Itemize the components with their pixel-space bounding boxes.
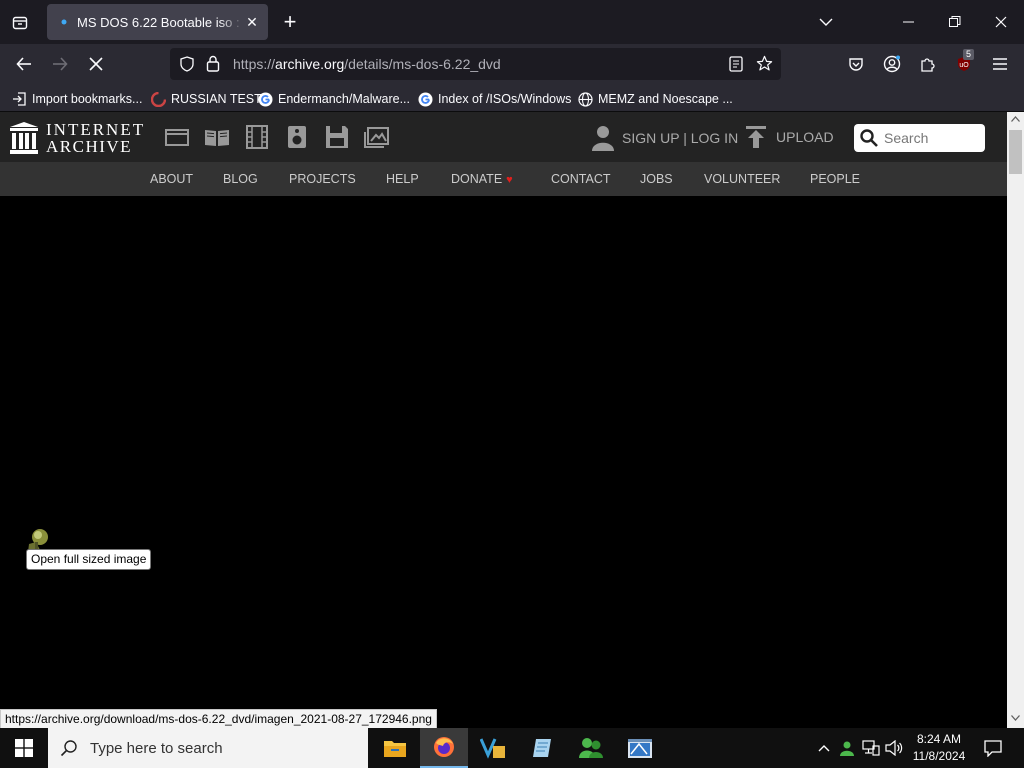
ia-temple-icon <box>10 122 38 154</box>
file-explorer-icon[interactable] <box>371 728 419 768</box>
video-film-icon[interactable] <box>244 125 270 149</box>
google-icon <box>417 91 433 107</box>
scroll-down-icon[interactable] <box>1011 715 1020 721</box>
ia-logo-text: INTERNET ARCHIVE <box>46 120 146 156</box>
bookmark-memz[interactable]: MEMZ and Noescape ... <box>577 90 733 108</box>
messenger-app-icon[interactable] <box>567 728 615 768</box>
pocket-icon[interactable] <box>841 50 871 78</box>
reader-view-icon[interactable] <box>729 56 743 72</box>
show-hidden-icons-chevron-icon[interactable] <box>814 738 834 758</box>
images-photo-icon[interactable] <box>364 125 390 149</box>
software-floppy-icon[interactable] <box>324 125 350 149</box>
nav-people[interactable]: PEOPLE <box>810 172 860 186</box>
clock-date: 11/8/2024 <box>912 749 966 763</box>
shield-icon[interactable] <box>179 56 195 72</box>
people-tray-icon[interactable] <box>837 738 857 758</box>
firefox-view-icon[interactable] <box>6 10 34 36</box>
user-icon <box>592 126 614 151</box>
address-bar[interactable]: https://archive.org/details/ms-dos-6.22_… <box>170 48 781 80</box>
nav-blog[interactable]: BLOG <box>223 172 258 186</box>
nav-about[interactable]: ABOUT <box>150 172 193 186</box>
restore-icon[interactable] <box>932 0 978 44</box>
forward-arrow-icon[interactable] <box>45 50 75 78</box>
ublock-origin-icon[interactable]: uO 5 <box>949 49 979 78</box>
link-status-bar: https://archive.org/download/ms-dos-6.22… <box>0 709 437 729</box>
web-icon[interactable] <box>164 125 190 149</box>
action-center-icon[interactable] <box>978 728 1008 768</box>
lock-icon[interactable] <box>206 55 220 72</box>
taskbar-clock[interactable]: 8:24 AM 11/8/2024 <box>906 731 972 765</box>
virtual-machine-app-icon[interactable] <box>616 728 664 768</box>
clock-time: 8:24 AM <box>916 732 962 746</box>
navigation-toolbar: https://archive.org/details/ms-dos-6.22_… <box>0 44 1024 84</box>
windows-taskbar: Type here to search 8:24 AM 11/8/2024 <box>0 728 1024 768</box>
site-icon <box>150 91 166 107</box>
heart-icon: ♥ <box>506 174 513 186</box>
google-icon <box>257 91 273 107</box>
scrollbar-thumb[interactable] <box>1009 130 1022 174</box>
extensions-puzzle-icon[interactable] <box>913 50 943 78</box>
ia-secondary-nav: ABOUT BLOG PROJECTS HELP DONATE ♥ CONTACT… <box>0 162 1007 196</box>
bookmark-russian-test[interactable]: RUSSIAN TEST <box>150 90 262 108</box>
firefox-taskbar-icon[interactable] <box>420 728 468 768</box>
nav-projects[interactable]: PROJECTS <box>289 172 356 186</box>
visual-studio-app-icon[interactable] <box>469 728 517 768</box>
ia-search-box[interactable] <box>854 124 985 152</box>
bookmark-index-isos[interactable]: Index of /ISOs/Windows <box>417 90 571 108</box>
taskbar-search-placeholder: Type here to search <box>90 739 223 757</box>
search-icon[interactable] <box>860 129 878 147</box>
nav-donate[interactable]: DONATE ♥ <box>451 172 513 186</box>
new-tab-button[interactable]: + <box>278 9 302 34</box>
nav-help[interactable]: HELP <box>386 172 419 186</box>
nav-contact[interactable]: CONTACT <box>551 172 611 186</box>
bookmarks-toolbar: Import bookmarks... RUSSIAN TEST Enderma… <box>0 84 1024 112</box>
network-icon[interactable] <box>861 738 881 758</box>
audio-speaker-icon[interactable] <box>284 125 310 149</box>
minimize-icon[interactable] <box>886 0 932 44</box>
tab-title: MS DOS 6.22 Bootable iso : Microsoft : F… <box>77 14 244 30</box>
hamburger-menu-icon[interactable] <box>985 50 1015 78</box>
back-arrow-icon[interactable] <box>9 50 39 78</box>
svg-text:uO: uO <box>959 62 969 69</box>
ia-search-input[interactable] <box>884 130 984 146</box>
volume-speaker-icon[interactable] <box>884 738 904 758</box>
bookmark-import[interactable]: Import bookmarks... <box>11 90 142 108</box>
bookmark-endermanch[interactable]: Endermanch/Malware... <box>257 90 410 108</box>
windows-start-icon[interactable] <box>0 728 48 768</box>
loading-icon <box>61 19 67 25</box>
image-tooltip: Open full sized image <box>26 549 152 570</box>
window-close-icon[interactable] <box>978 0 1024 44</box>
ia-top-nav: INTERNET ARCHIVE SIGN UP | LOG IN UPLOAD <box>0 112 1007 162</box>
browser-tab-bar: MS DOS 6.22 Bootable iso : Microsoft : F… <box>0 0 1024 44</box>
import-icon <box>11 91 27 107</box>
sign-up-login-link[interactable]: SIGN UP | LOG IN <box>592 125 738 151</box>
page-scrollbar[interactable] <box>1007 112 1024 728</box>
ia-logo[interactable]: INTERNET ARCHIVE <box>10 121 145 155</box>
extension-badge: 5 <box>963 49 975 60</box>
list-all-tabs-icon[interactable] <box>803 0 849 44</box>
stop-loading-icon[interactable] <box>81 50 111 78</box>
upload-link[interactable]: UPLOAD <box>746 126 834 148</box>
search-icon <box>60 740 77 757</box>
nav-jobs[interactable]: JOBS <box>640 172 673 186</box>
page-viewport: INTERNET ARCHIVE SIGN UP | LOG IN UPLOAD… <box>0 112 1007 710</box>
bookmark-star-icon[interactable] <box>756 55 773 72</box>
account-icon[interactable] <box>877 50 907 78</box>
url-text[interactable]: https://archive.org/details/ms-dos-6.22_… <box>233 56 501 72</box>
nav-volunteer[interactable]: VOLUNTEER <box>704 172 780 186</box>
tab-close-icon[interactable]: ✕ <box>244 14 260 30</box>
taskbar-search-box[interactable]: Type here to search <box>48 728 368 768</box>
browser-tab-active[interactable]: MS DOS 6.22 Bootable iso : Microsoft : F… <box>47 4 268 40</box>
texts-book-icon[interactable] <box>204 125 230 149</box>
scroll-up-icon[interactable] <box>1011 116 1020 122</box>
notepad-app-icon[interactable] <box>518 728 566 768</box>
upload-arrow-icon <box>746 126 766 148</box>
globe-icon <box>577 91 593 107</box>
